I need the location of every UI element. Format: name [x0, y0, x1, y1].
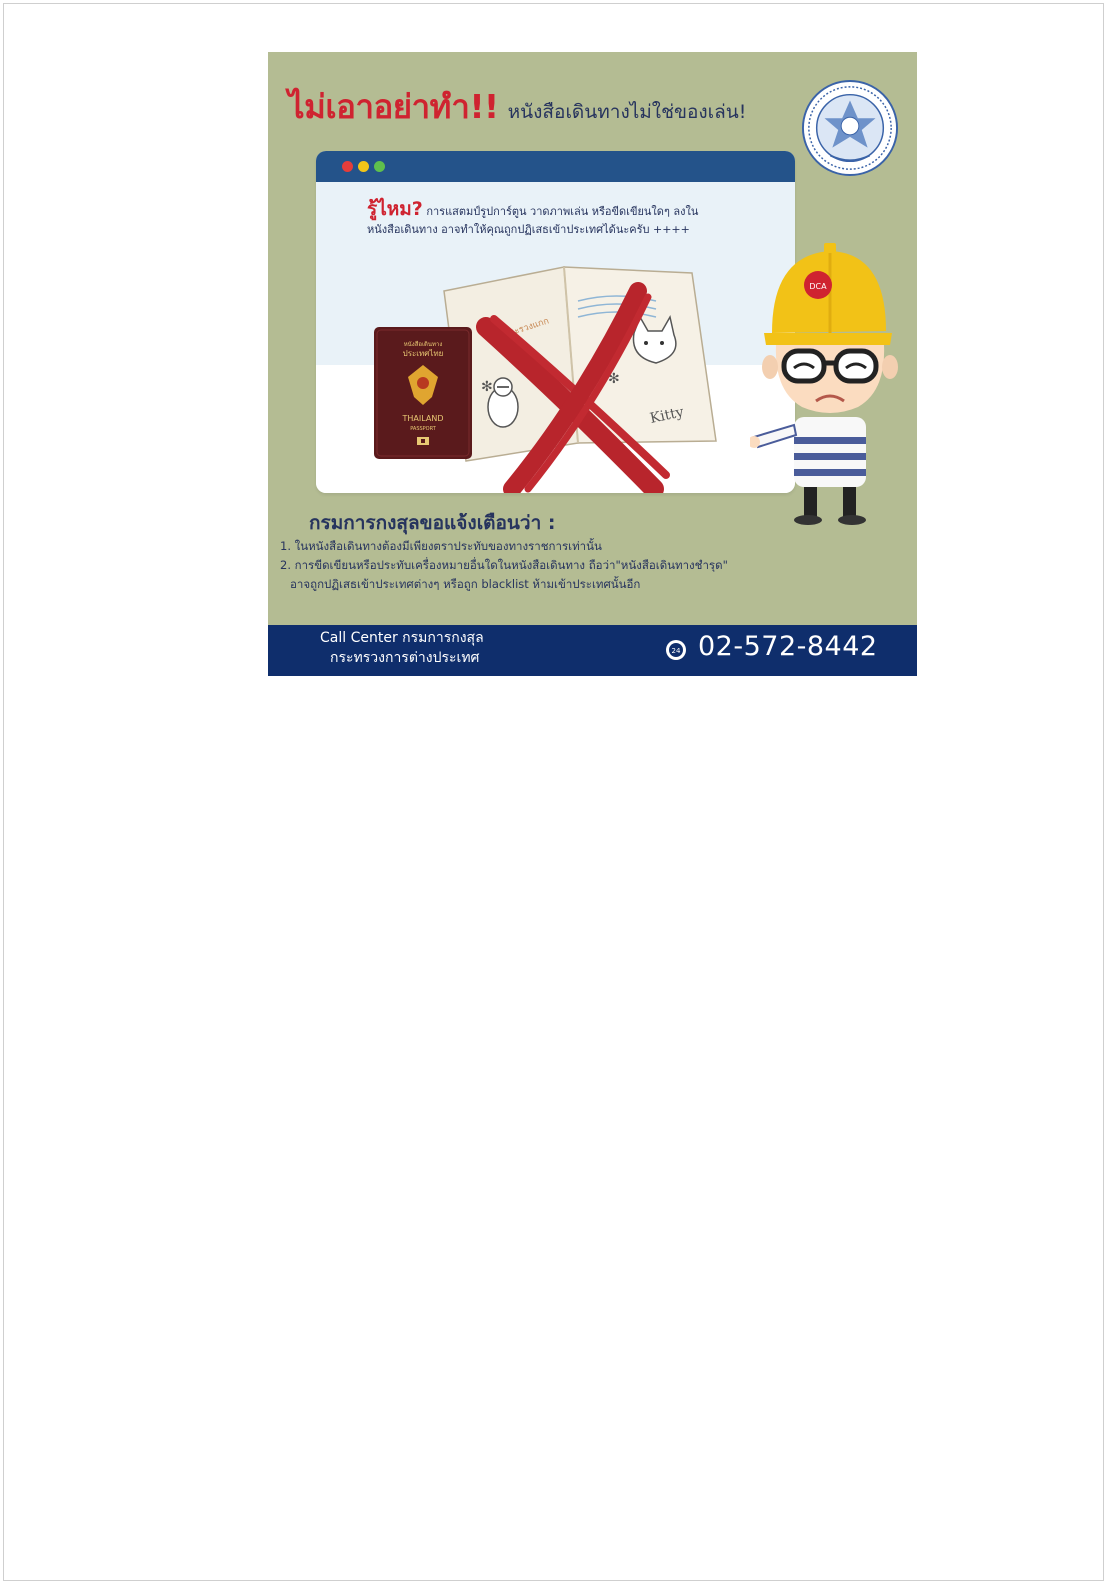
poster-image: ไม่เอาอย่าทำ!! หนังสือเดินทางไม่ใช่ของเล…: [268, 52, 917, 676]
open-passport-illustration: ✻ ✻: [443, 266, 717, 462]
character-illustration: DCA: [750, 243, 898, 525]
ministry-seal-icon: [801, 79, 899, 177]
callcenter-line2: กระทรวงการต่างประเทศ: [330, 650, 480, 666]
headline-small: หนังสือเดินทางไม่ใช่ของเล่น!: [507, 101, 747, 123]
warning-title: กรมการกงสุลขอแจ้งเตือนว่า :: [309, 512, 556, 534]
headline-big: ไม่เอาอย่าทำ!!: [288, 87, 499, 126]
passport-scene: ✻ ✻ Kitty ขวยมะรวงแกก หนังสือเดินทาง ประ…: [374, 266, 717, 493]
browser-window-illustration: รู้ไหม? การแสตมป์รูปการ์ตูน วาดภาพเล่น ห…: [316, 151, 795, 493]
callcenter-block: Call Center กรมการกงสุล กระทรวงการต่างปร…: [320, 628, 484, 668]
helmet-badge-text: DCA: [809, 282, 827, 291]
passport-country-text: ประเทศไทย: [403, 349, 444, 358]
warning-item: 2. การขีดเขียนหรือประทับเครื่องหมายอื่นใ…: [280, 558, 728, 572]
phone-24h-icon: 24: [666, 640, 686, 660]
passport-thailand-text: THAILAND: [402, 414, 444, 423]
phone-icon-label: 24: [672, 647, 681, 655]
headline: ไม่เอาอย่าทำ!! หนังสือเดินทางไม่ใช่ของเล…: [288, 80, 746, 133]
callcenter-line1: Call Center กรมการกงสุล: [320, 630, 484, 646]
phone-number: 02-572-8442: [698, 631, 878, 662]
svg-text:✻: ✻: [481, 379, 493, 395]
thai-passport-illustration: หนังสือเดินทาง ประเทศไทย THAILAND PASSPO…: [374, 327, 472, 459]
footer-bar: Call Center กรมการกงสุล กระทรวงการต่างปร…: [268, 625, 917, 676]
passport-top-small-text: หนังสือเดินทาง: [404, 340, 443, 348]
warning-item: 1. ในหนังสือเดินทางต้องมีเพียงตราประทับข…: [280, 539, 602, 553]
passport-word-text: PASSPORT: [410, 426, 437, 432]
warning-item: อาจถูกปฏิเสธเข้าประเทศต่างๆ หรือถูก blac…: [290, 577, 641, 591]
warning-list: 1. ในหนังสือเดินทางต้องมีเพียงตราประทับข…: [280, 537, 728, 594]
